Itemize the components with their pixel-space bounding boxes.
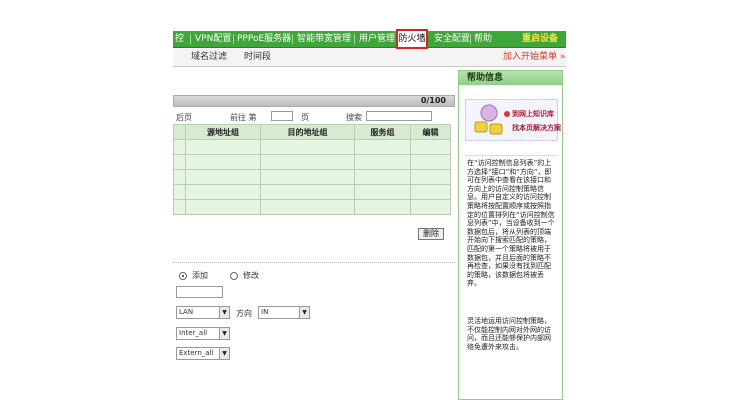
knowledge-base-icon bbox=[474, 104, 510, 135]
destination-group-select-value: Extern_all bbox=[179, 349, 214, 357]
access-control-table: 源地址组 目的地址组 服务组 编辑 bbox=[173, 124, 451, 215]
column-header-edit: 编辑 bbox=[410, 124, 451, 140]
banner-line2: 找本页解决方案 bbox=[512, 124, 561, 132]
section-divider bbox=[173, 262, 455, 263]
table-cell bbox=[185, 154, 261, 170]
table-cell bbox=[354, 154, 411, 170]
table-cell bbox=[410, 199, 451, 215]
table-cell bbox=[354, 139, 411, 155]
table-cell bbox=[354, 184, 411, 200]
table-cell bbox=[410, 169, 451, 185]
table-row bbox=[173, 184, 451, 200]
table-header-row: 源地址组 目的地址组 服务组 编辑 bbox=[173, 124, 451, 140]
table-cell bbox=[354, 169, 411, 185]
help-panel: 帮助信息 到网上知识库 找本页解决方案 在“访问控制信息列表”的上方选择“接口”… bbox=[458, 70, 563, 400]
column-header-destination-group: 目的地址组 bbox=[260, 124, 355, 140]
table-cell bbox=[260, 169, 355, 185]
table-cell bbox=[410, 184, 451, 200]
nav-item-partial[interactable]: 控 bbox=[175, 31, 184, 47]
nav-item-bandwidth[interactable]: 智能带宽管理 bbox=[297, 31, 351, 47]
mode-add-radio[interactable] bbox=[179, 272, 187, 280]
top-nav: 控 VPN配置 PPPoE服务器 智能带宽管理 用户管理 安全配置 帮助 重启设… bbox=[173, 31, 566, 48]
table-cell bbox=[173, 184, 186, 200]
last-page-link[interactable]: 后页 bbox=[176, 112, 192, 123]
nav-separator bbox=[190, 34, 191, 44]
source-group-select-value: Inter_all bbox=[179, 329, 208, 337]
nav-item-firewall[interactable]: 防火墙 bbox=[396, 29, 428, 49]
direction-select-value: IN bbox=[261, 308, 269, 316]
nav-separator bbox=[470, 34, 471, 44]
table-row bbox=[173, 154, 451, 170]
table-cell bbox=[260, 139, 355, 155]
search-input[interactable] bbox=[366, 111, 432, 121]
table-cell bbox=[260, 154, 355, 170]
interface-select-value: LAN bbox=[179, 308, 194, 316]
list-header-bar: 0/100 bbox=[173, 95, 455, 107]
subnav-domain-filter[interactable]: 域名过滤 bbox=[191, 49, 227, 66]
interface-select[interactable]: LAN ▼ bbox=[176, 306, 230, 319]
table-row bbox=[173, 169, 451, 185]
help-divider bbox=[465, 155, 558, 156]
pager: 后页 前往 第 页 搜索 bbox=[173, 110, 455, 124]
subnav-time-range[interactable]: 时间段 bbox=[244, 49, 271, 66]
table-cell bbox=[185, 184, 261, 200]
table-cell bbox=[410, 154, 451, 170]
table-cell bbox=[185, 169, 261, 185]
rule-name-input[interactable] bbox=[176, 286, 223, 298]
table-cell bbox=[185, 139, 261, 155]
nav-separator bbox=[292, 34, 293, 44]
column-header bbox=[173, 124, 186, 140]
table-cell bbox=[260, 184, 355, 200]
destination-group-select[interactable]: Extern_all ▼ bbox=[176, 347, 230, 360]
search-label: 搜索 bbox=[346, 113, 362, 122]
nav-item-security[interactable]: 安全配置 bbox=[434, 31, 470, 47]
direction-select[interactable]: IN ▼ bbox=[258, 306, 310, 319]
table-cell bbox=[173, 154, 186, 170]
table-row bbox=[173, 199, 451, 215]
banner-line1: 到网上知识库 bbox=[512, 110, 554, 118]
table-row bbox=[173, 139, 451, 155]
add-to-start-menu-link[interactable]: 加入开始菜单 » bbox=[503, 49, 565, 66]
direction-label: 方向 bbox=[236, 309, 252, 318]
column-header-service-group: 服务组 bbox=[354, 124, 411, 140]
delete-button[interactable]: 删除 bbox=[418, 228, 444, 240]
table-cell bbox=[354, 199, 411, 215]
table-cell bbox=[185, 199, 261, 215]
table-cell bbox=[410, 139, 451, 155]
goto-label: 前往 第 bbox=[230, 113, 257, 122]
nav-item-users[interactable]: 用户管理 bbox=[359, 31, 395, 47]
chevron-down-icon: ▼ bbox=[219, 307, 229, 318]
knowledge-base-banner[interactable]: 到网上知识库 找本页解决方案 bbox=[465, 99, 561, 141]
help-paragraph-2: 灵活地运用访问控制策略，不仅能控制内网对外网的访问，而且还能够保护内部网络免遭外… bbox=[467, 317, 551, 351]
nav-item-vpn[interactable]: VPN配置 bbox=[195, 31, 231, 47]
table-cell bbox=[173, 199, 186, 215]
source-group-select[interactable]: Inter_all ▼ bbox=[176, 327, 230, 340]
restart-device-link[interactable]: 重启设备 bbox=[522, 31, 558, 47]
rule-count: 0/100 bbox=[420, 96, 446, 105]
mode-edit-radio[interactable] bbox=[230, 272, 238, 280]
help-panel-title: 帮助信息 bbox=[459, 71, 562, 85]
nav-item-pppoe[interactable]: PPPoE服务器 bbox=[237, 31, 291, 47]
sub-nav: 域名过滤 时间段 加入开始菜单 » bbox=[173, 49, 566, 67]
table-cell bbox=[173, 169, 186, 185]
page-number-input[interactable] bbox=[271, 111, 293, 121]
column-header-source-group: 源地址组 bbox=[185, 124, 261, 140]
nav-item-help[interactable]: 帮助 bbox=[474, 31, 492, 47]
chevron-down-icon: ▼ bbox=[299, 307, 309, 318]
chevron-down-icon: ▼ bbox=[219, 328, 229, 339]
mode-edit-label: 修改 bbox=[243, 271, 259, 280]
nav-separator bbox=[233, 34, 234, 44]
page-unit-label: 页 bbox=[301, 113, 309, 122]
chevron-down-icon: ▼ bbox=[219, 348, 229, 359]
nav-separator bbox=[354, 34, 355, 44]
mode-add-label: 添加 bbox=[192, 271, 208, 280]
help-paragraph-1: 在“访问控制信息列表”的上方选择“接口”和“方向”，即可在列表中查看在该接口和方… bbox=[467, 159, 555, 288]
table-cell bbox=[173, 139, 186, 155]
table-cell bbox=[260, 199, 355, 215]
